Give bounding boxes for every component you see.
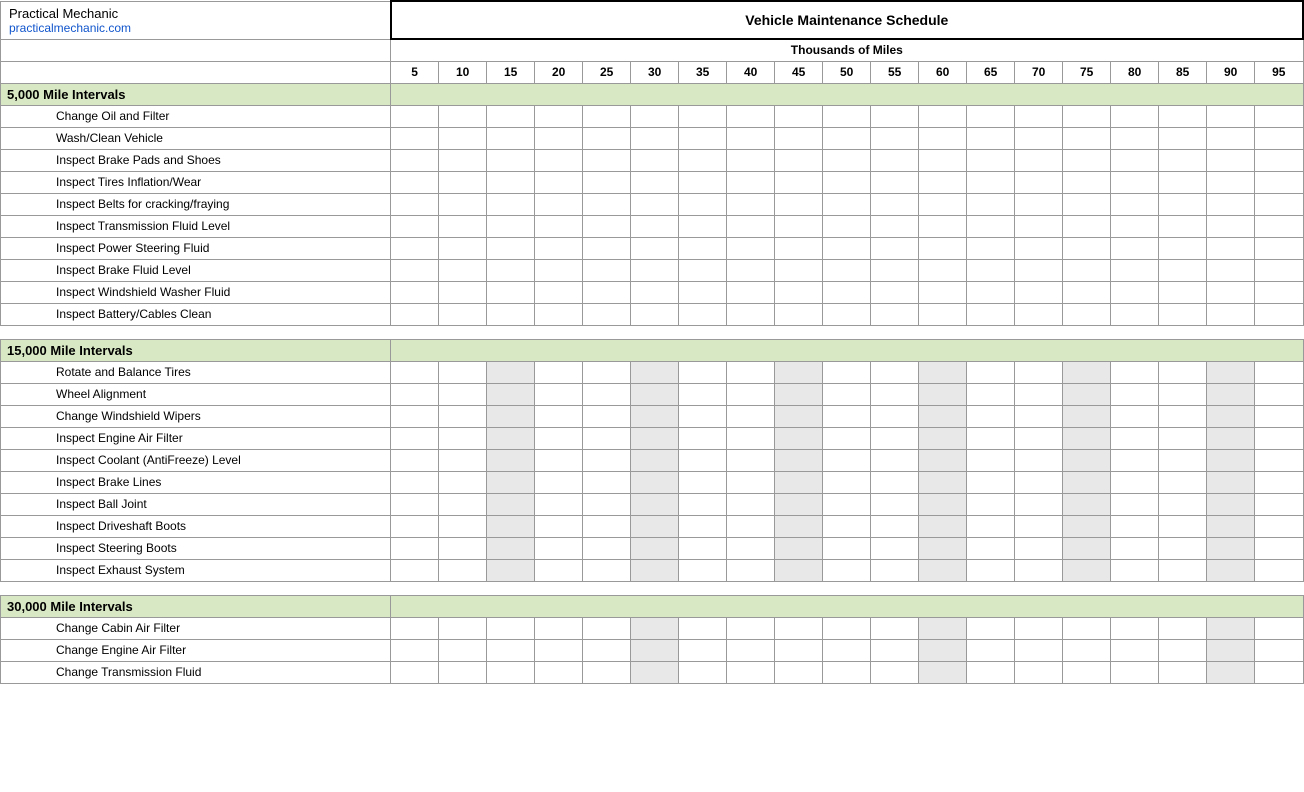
section-30k-label: 30,000 Mile Intervals xyxy=(1,595,391,617)
task-label: Inspect Brake Lines xyxy=(1,471,391,493)
spacer-2 xyxy=(1,581,1304,595)
task-row: Inspect Battery/Cables Clean xyxy=(1,303,1304,325)
section-5k-label: 5,000 Mile Intervals xyxy=(1,83,391,105)
task-label: Inspect Windshield Washer Fluid xyxy=(1,281,391,303)
task-label: Inspect Tires Inflation/Wear xyxy=(1,171,391,193)
task-label: Rotate and Balance Tires xyxy=(1,361,391,383)
empty-cell-2 xyxy=(1,61,391,83)
mile-35: 35 xyxy=(679,61,727,83)
task-label: Inspect Driveshaft Boots xyxy=(1,515,391,537)
spacer-1 xyxy=(1,325,1304,339)
task-label: Inspect Power Steering Fluid xyxy=(1,237,391,259)
task-row: Change Engine Air Filter xyxy=(1,639,1304,661)
task-row: Inspect Transmission Fluid Level xyxy=(1,215,1304,237)
task-row: Inspect Power Steering Fluid xyxy=(1,237,1304,259)
task-label: Change Cabin Air Filter xyxy=(1,617,391,639)
mile-20: 20 xyxy=(535,61,583,83)
task-row: Inspect Brake Fluid Level xyxy=(1,259,1304,281)
task-row: Inspect Windshield Washer Fluid xyxy=(1,281,1304,303)
task-row: Wheel Alignment xyxy=(1,383,1304,405)
task-row: Inspect Exhaust System xyxy=(1,559,1304,581)
mile-60: 60 xyxy=(919,61,967,83)
task-row: Inspect Coolant (AntiFreeze) Level xyxy=(1,449,1304,471)
task-label: Inspect Transmission Fluid Level xyxy=(1,215,391,237)
header-row: Practical Mechanic practicalmechanic.com… xyxy=(1,1,1304,39)
task-label: Change Engine Air Filter xyxy=(1,639,391,661)
section-header-5k: 5,000 Mile Intervals xyxy=(1,83,1304,105)
schedule-title: Vehicle Maintenance Schedule xyxy=(745,12,948,28)
task-row: Inspect Tires Inflation/Wear xyxy=(1,171,1304,193)
mile-95: 95 xyxy=(1255,61,1303,83)
company-name: Practical Mechanic xyxy=(9,6,382,21)
task-label: Change Windshield Wipers xyxy=(1,405,391,427)
mile-30: 30 xyxy=(631,61,679,83)
task-label: Change Oil and Filter xyxy=(1,105,391,127)
mile-5: 5 xyxy=(391,61,439,83)
company-cell: Practical Mechanic practicalmechanic.com xyxy=(1,1,391,39)
task-label: Inspect Brake Pads and Shoes xyxy=(1,149,391,171)
main-schedule-table: Practical Mechanic practicalmechanic.com… xyxy=(0,0,1304,684)
title-cell: Vehicle Maintenance Schedule xyxy=(391,1,1303,39)
mile-numbers-row: 5 10 15 20 25 30 35 40 45 50 55 60 65 70… xyxy=(1,61,1304,83)
task-row: Inspect Driveshaft Boots xyxy=(1,515,1304,537)
task-label: Inspect Brake Fluid Level xyxy=(1,259,391,281)
task-label: Inspect Battery/Cables Clean xyxy=(1,303,391,325)
empty-cell-1 xyxy=(1,39,391,61)
mile-50: 50 xyxy=(823,61,871,83)
task-row: Inspect Engine Air Filter xyxy=(1,427,1304,449)
task-label: Wheel Alignment xyxy=(1,383,391,405)
task-row: Inspect Brake Lines xyxy=(1,471,1304,493)
task-row: Change Oil and Filter xyxy=(1,105,1304,127)
task-row: Change Cabin Air Filter xyxy=(1,617,1304,639)
mile-90: 90 xyxy=(1207,61,1255,83)
task-row: Change Windshield Wipers xyxy=(1,405,1304,427)
mile-85: 85 xyxy=(1159,61,1207,83)
section-header-30k: 30,000 Mile Intervals xyxy=(1,595,1304,617)
thousands-header-row: Thousands of Miles xyxy=(1,39,1304,61)
mile-65: 65 xyxy=(967,61,1015,83)
task-row: Rotate and Balance Tires xyxy=(1,361,1304,383)
task-label: Change Transmission Fluid xyxy=(1,661,391,683)
task-label: Wash/Clean Vehicle xyxy=(1,127,391,149)
task-row: Change Transmission Fluid xyxy=(1,661,1304,683)
thousands-label: Thousands of Miles xyxy=(391,39,1303,61)
mile-40: 40 xyxy=(727,61,775,83)
task-label: Inspect Ball Joint xyxy=(1,493,391,515)
task-row: Inspect Ball Joint xyxy=(1,493,1304,515)
task-label: Inspect Engine Air Filter xyxy=(1,427,391,449)
task-label: Inspect Steering Boots xyxy=(1,537,391,559)
mile-15: 15 xyxy=(487,61,535,83)
task-label: Inspect Exhaust System xyxy=(1,559,391,581)
mile-70: 70 xyxy=(1015,61,1063,83)
task-row: Inspect Steering Boots xyxy=(1,537,1304,559)
mile-80: 80 xyxy=(1111,61,1159,83)
mile-45: 45 xyxy=(775,61,823,83)
section-header-15k: 15,000 Mile Intervals xyxy=(1,339,1304,361)
task-row: Inspect Brake Pads and Shoes xyxy=(1,149,1304,171)
mile-10: 10 xyxy=(439,61,487,83)
task-label: Inspect Coolant (AntiFreeze) Level xyxy=(1,449,391,471)
task-row: Inspect Belts for cracking/fraying xyxy=(1,193,1304,215)
task-row: Wash/Clean Vehicle xyxy=(1,127,1304,149)
mile-25: 25 xyxy=(583,61,631,83)
mile-55: 55 xyxy=(871,61,919,83)
task-label: Inspect Belts for cracking/fraying xyxy=(1,193,391,215)
company-url: practicalmechanic.com xyxy=(9,21,382,35)
section-15k-label: 15,000 Mile Intervals xyxy=(1,339,391,361)
mile-75: 75 xyxy=(1063,61,1111,83)
